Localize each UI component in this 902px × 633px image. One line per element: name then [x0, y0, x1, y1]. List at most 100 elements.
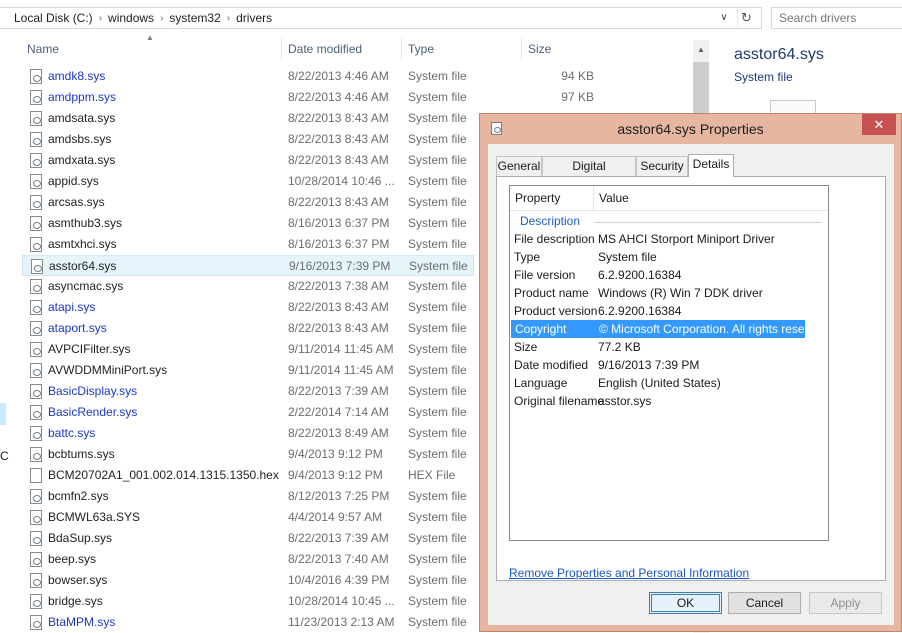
- cancel-button[interactable]: Cancel: [728, 592, 801, 614]
- property-value[interactable]: 9/16/2013 7:39 PM: [598, 358, 699, 372]
- breadcrumb-local-disk[interactable]: Local Disk (C:): [0, 11, 96, 25]
- file-name[interactable]: BCM20702A1_001.002.014.1315.1350.hex: [48, 468, 279, 482]
- address-bar[interactable]: Local Disk (C:) › windows › system32 › d…: [0, 7, 762, 29]
- tab-general[interactable]: General: [496, 156, 542, 176]
- file-name[interactable]: BdaSup.sys: [48, 531, 112, 545]
- file-date-modified: 8/16/2013 6:37 PM: [288, 216, 390, 230]
- property-name[interactable]: Date modified: [514, 358, 588, 372]
- property-name[interactable]: Language: [514, 376, 567, 390]
- grid-header-value[interactable]: Value: [594, 186, 704, 210]
- column-header-size[interactable]: Size: [528, 38, 551, 60]
- file-name[interactable]: amdppm.sys: [48, 90, 116, 104]
- file-name[interactable]: BtaMPM.sys: [48, 615, 115, 629]
- file-date-modified: 8/22/2013 8:43 AM: [288, 195, 389, 209]
- file-date-modified: 10/4/2016 4:39 PM: [288, 573, 390, 587]
- file-date-modified: 8/22/2013 7:38 AM: [288, 279, 389, 293]
- file-name[interactable]: amdsata.sys: [48, 111, 115, 125]
- file-name[interactable]: atapi.sys: [48, 300, 95, 314]
- property-name[interactable]: File description: [514, 232, 595, 246]
- grid-row-selected[interactable]: Copyright © Microsoft Corporation. All ri…: [511, 320, 824, 338]
- file-name[interactable]: AVWDDMMiniPort.sys: [48, 363, 167, 377]
- chevron-right-icon[interactable]: ›: [157, 13, 166, 24]
- breadcrumb-windows[interactable]: windows: [105, 11, 157, 25]
- system-file-icon: [30, 615, 42, 630]
- system-file-icon: [30, 300, 42, 315]
- file-name[interactable]: BCMWL63a.SYS: [48, 510, 140, 524]
- chevron-right-icon[interactable]: ›: [96, 13, 105, 24]
- chevron-right-icon[interactable]: ›: [224, 13, 233, 24]
- property-value[interactable]: 6.2.9200.16384: [598, 268, 681, 282]
- grid-header-property[interactable]: Property: [510, 186, 594, 210]
- nav-pane-item[interactable]: C: [0, 449, 9, 463]
- file-date-modified: 8/22/2013 4:46 AM: [288, 69, 389, 83]
- column-header-name[interactable]: Name: [27, 38, 59, 60]
- breadcrumb-drivers[interactable]: drivers: [233, 11, 275, 25]
- chevron-down-icon[interactable]: ∨: [717, 10, 731, 26]
- dialog-title-bar[interactable]: asstor64.sys Properties ✕: [480, 114, 901, 144]
- file-type: System file: [408, 174, 467, 188]
- file-name[interactable]: bowser.sys: [48, 573, 107, 587]
- ok-button[interactable]: OK: [649, 592, 722, 614]
- property-name[interactable]: Product name: [514, 286, 589, 300]
- file-name[interactable]: amdxata.sys: [48, 153, 115, 167]
- sort-ascending-icon: ▲: [146, 33, 154, 42]
- scroll-up-icon[interactable]: ▲: [693, 40, 709, 60]
- property-name[interactable]: Product version: [514, 304, 597, 318]
- file-name[interactable]: amdsbs.sys: [48, 132, 111, 146]
- file-name[interactable]: battc.sys: [48, 426, 95, 440]
- file-date-modified: 9/4/2013 9:12 PM: [288, 468, 383, 482]
- file-date-modified: 8/16/2013 6:37 PM: [288, 237, 390, 251]
- close-button[interactable]: ✕: [862, 114, 896, 135]
- nav-pane-selection[interactable]: [0, 403, 6, 425]
- property-value[interactable]: English (United States): [598, 376, 721, 390]
- file-name[interactable]: BasicDisplay.sys: [48, 384, 137, 398]
- search-input[interactable]: Search drivers: [771, 7, 902, 29]
- file-name[interactable]: beep.sys: [48, 552, 96, 566]
- file-name[interactable]: AVPCIFilter.sys: [48, 342, 130, 356]
- file-row[interactable]: asstor64.sys 9/16/2013 7:39 PM System file: [22, 255, 474, 276]
- tab-details[interactable]: Details: [688, 154, 734, 177]
- file-name[interactable]: bcbtums.sys: [48, 447, 115, 461]
- file-name[interactable]: appid.sys: [48, 174, 99, 188]
- column-header-date[interactable]: Date modified: [288, 38, 362, 60]
- property-value[interactable]: System file: [598, 250, 657, 264]
- property-value[interactable]: 77.2 KB: [598, 340, 641, 354]
- file-name[interactable]: asyncmac.sys: [48, 279, 123, 293]
- column-divider[interactable]: [401, 38, 402, 60]
- file-row[interactable]: amdppm.sys 8/22/2013 4:46 AM System file 97…: [22, 87, 682, 108]
- column-header-type[interactable]: Type: [408, 38, 434, 60]
- property-name[interactable]: Type: [514, 250, 540, 264]
- column-divider[interactable]: [281, 38, 282, 60]
- file-name[interactable]: ataport.sys: [48, 321, 107, 335]
- property-value[interactable]: 6.2.9200.16384: [598, 304, 681, 318]
- file-name[interactable]: arcsas.sys: [48, 195, 105, 209]
- tab-digital-signatures[interactable]: Digital Signatures: [542, 156, 636, 191]
- system-file-icon: [30, 216, 42, 231]
- file-name[interactable]: asmthub3.sys: [48, 216, 122, 230]
- file-name[interactable]: amdk8.sys: [48, 69, 105, 83]
- property-value[interactable]: Windows (R) Win 7 DDK driver: [598, 286, 763, 300]
- property-value[interactable]: asstor.sys: [598, 394, 651, 408]
- file-name[interactable]: bridge.sys: [48, 594, 103, 608]
- refresh-icon[interactable]: ↻: [737, 9, 755, 27]
- file-type: System file: [409, 259, 468, 273]
- file-name[interactable]: BasicRender.sys: [48, 405, 137, 419]
- file-date-modified: 8/22/2013 8:43 AM: [288, 153, 389, 167]
- file-row[interactable]: amdk8.sys 8/22/2013 4:46 AM System file 94 …: [22, 66, 682, 87]
- column-divider[interactable]: [521, 38, 522, 60]
- file-name[interactable]: asmtxhci.sys: [48, 237, 117, 251]
- file-type: System file: [408, 216, 467, 230]
- file-name[interactable]: asstor64.sys: [49, 259, 116, 273]
- apply-button[interactable]: Apply: [809, 592, 882, 614]
- tab-security[interactable]: Security: [636, 156, 688, 176]
- file-name[interactable]: bcmfn2.sys: [48, 489, 109, 503]
- system-file-icon: [30, 279, 42, 294]
- details-property-grid[interactable]: Property Value Description File descript…: [509, 185, 829, 541]
- file-date-modified: 4/4/2014 9:57 AM: [288, 510, 383, 524]
- property-name[interactable]: Size: [514, 340, 537, 354]
- property-name[interactable]: File version: [514, 268, 575, 282]
- breadcrumb-system32[interactable]: system32: [166, 11, 223, 25]
- property-name[interactable]: Original filename: [514, 394, 604, 408]
- remove-properties-link[interactable]: Remove Properties and Personal Informati…: [509, 566, 749, 580]
- property-value[interactable]: MS AHCI Storport Miniport Driver: [598, 232, 775, 246]
